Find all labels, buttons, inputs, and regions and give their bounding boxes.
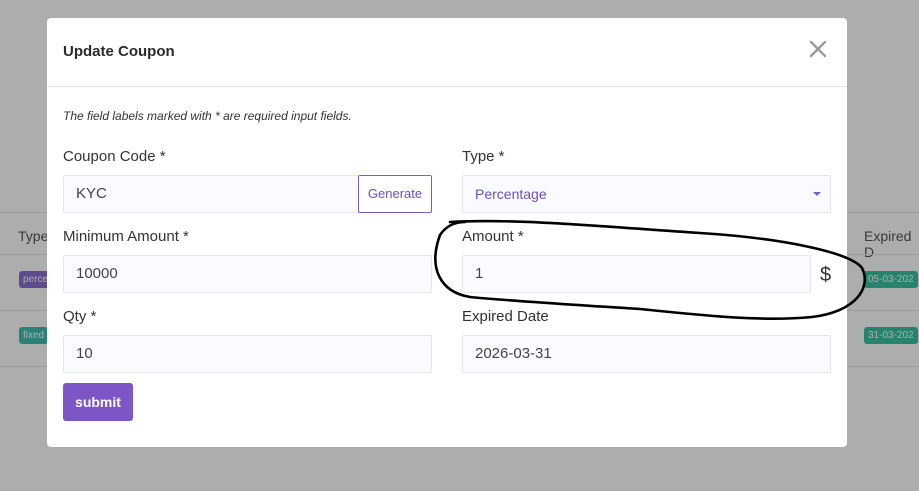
close-icon	[809, 40, 827, 58]
close-button[interactable]	[809, 40, 829, 60]
expired-date-field[interactable]	[462, 335, 831, 373]
type-selected-value: Percentage	[475, 186, 547, 202]
minimum-amount-label: Minimum Amount *	[63, 228, 189, 245]
expired-date-label: Expired Date	[462, 308, 549, 325]
type-select[interactable]: Percentage	[462, 175, 831, 213]
coupon-code-label: Coupon Code *	[63, 148, 166, 165]
submit-button[interactable]: submit	[63, 383, 133, 421]
coupon-code-input[interactable]	[76, 176, 346, 212]
qty-input[interactable]	[76, 336, 419, 372]
modal-title: Update Coupon	[63, 43, 175, 60]
modal-header: Update Coupon	[47, 18, 847, 87]
currency-suffix: $	[820, 264, 832, 286]
amount-label: Amount *	[462, 228, 524, 245]
minimum-amount-input[interactable]	[76, 256, 419, 292]
coupon-code-field[interactable]	[63, 175, 359, 213]
generate-button[interactable]: Generate	[358, 175, 432, 213]
minimum-amount-field[interactable]	[63, 255, 432, 293]
chevron-down-icon	[813, 192, 821, 196]
update-coupon-modal: Update Coupon The field labels marked wi…	[47, 18, 847, 447]
qty-label: Qty *	[63, 308, 97, 325]
expired-date-input[interactable]	[475, 336, 818, 372]
qty-field[interactable]	[63, 335, 432, 373]
type-label: Type *	[462, 148, 505, 165]
amount-input[interactable]	[475, 256, 798, 292]
required-fields-note: The field labels marked with * are requi…	[63, 109, 352, 123]
amount-field[interactable]	[462, 255, 811, 293]
